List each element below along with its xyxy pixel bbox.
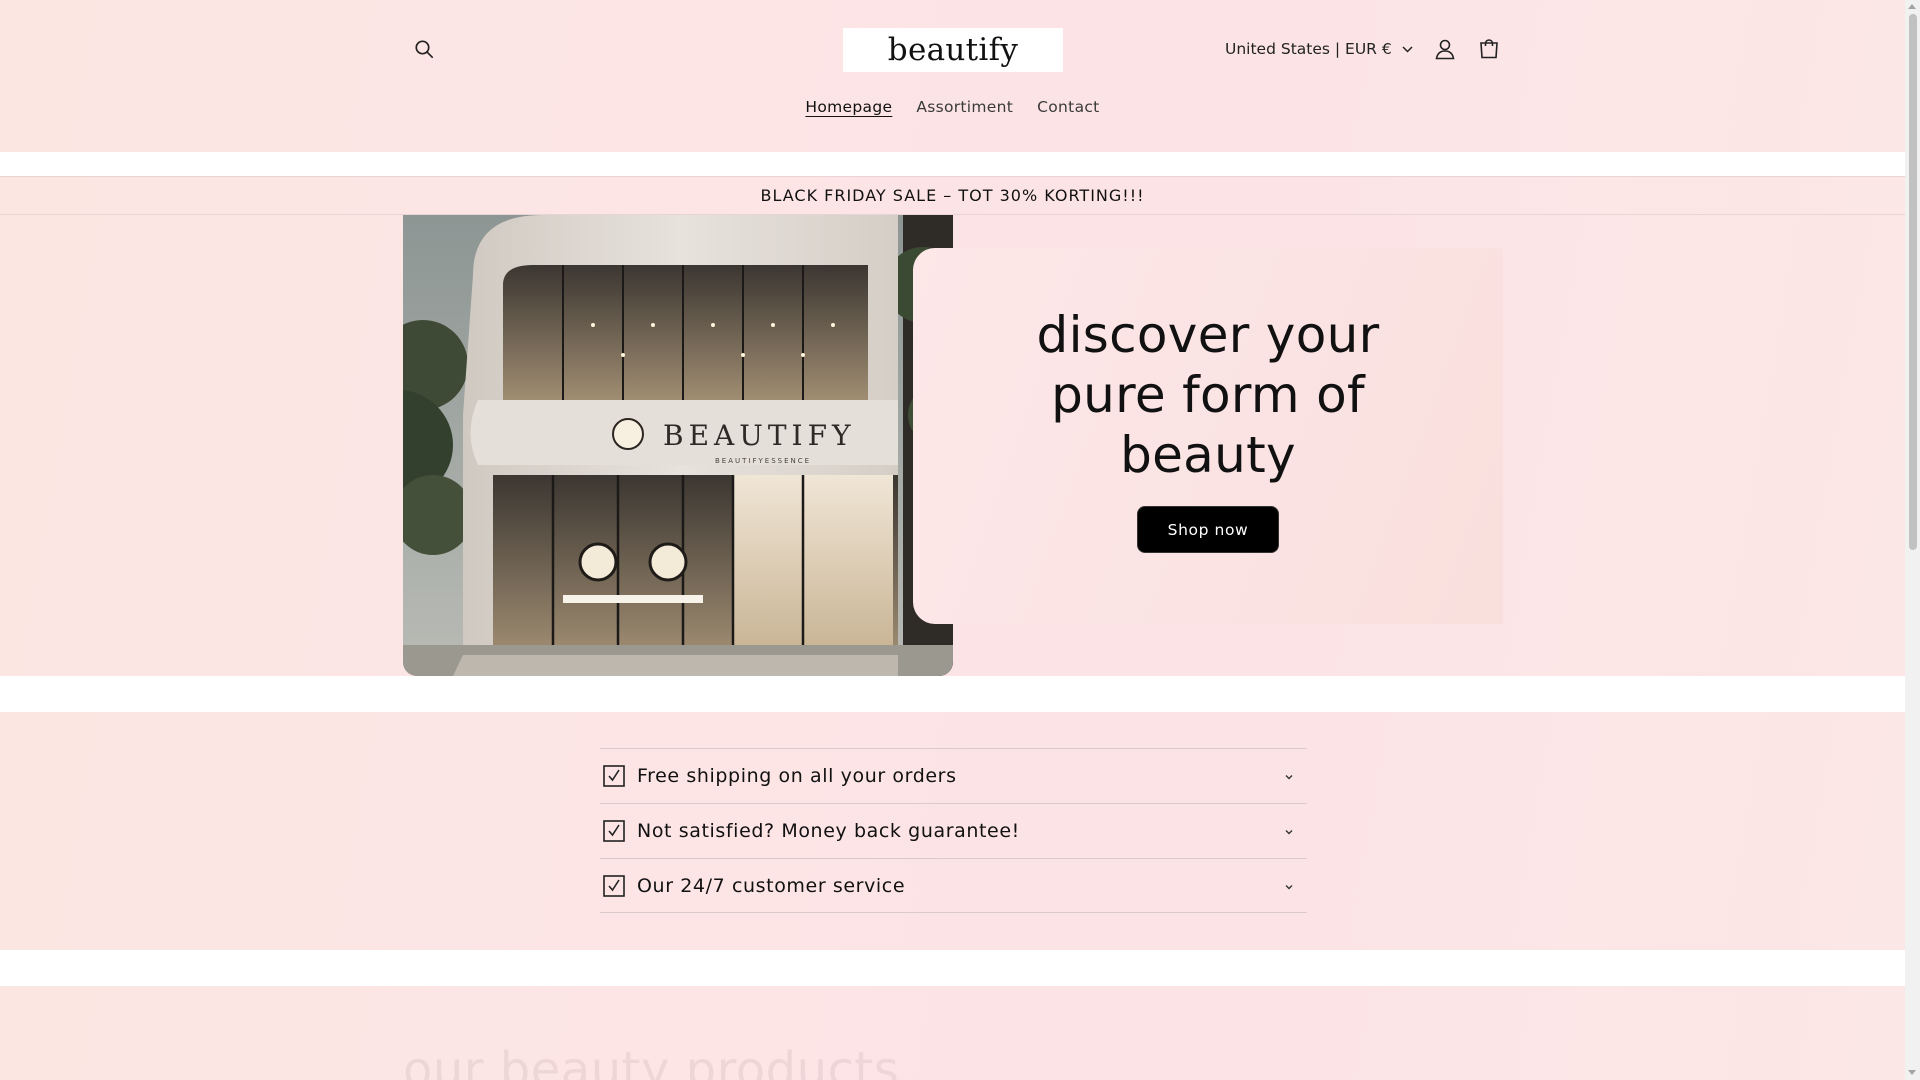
chevron-down-icon bbox=[1402, 45, 1413, 53]
nav-item-contact[interactable]: Contact bbox=[1037, 98, 1099, 116]
products-section: our beauty products bbox=[0, 986, 1905, 1080]
chevron-down-icon bbox=[1285, 830, 1293, 835]
chevron-down-icon bbox=[1285, 775, 1293, 780]
nav-item-homepage[interactable]: Homepage bbox=[805, 98, 892, 116]
storefront-sign-subtext: BEAUTIFYESSENCE bbox=[715, 457, 811, 465]
storefront-sign-text: BEAUTIFY bbox=[663, 419, 855, 452]
announcement-text: BLACK FRIDAY SALE – TOT 30% KORTING!!! bbox=[760, 186, 1145, 205]
accordion-item-money-back[interactable]: Not satisfied? Money back guarantee! bbox=[600, 803, 1307, 858]
search-icon bbox=[415, 40, 434, 59]
scroll-down-arrow-icon[interactable] bbox=[1908, 1070, 1916, 1075]
account-icon bbox=[1435, 39, 1455, 60]
nav-item-assortiment[interactable]: Assortiment bbox=[916, 98, 1013, 116]
features-section: Free shipping on all your orders Not sat… bbox=[0, 712, 1905, 950]
checkbox-icon bbox=[602, 874, 626, 898]
hero-section: BEAUTIFY BEAUTIFYESSENCE discover your p… bbox=[0, 215, 1905, 676]
storefront-illustration: BEAUTIFY BEAUTIFYESSENCE bbox=[403, 215, 953, 676]
currency-label: United States | EUR € bbox=[1225, 40, 1392, 58]
site-logo[interactable]: beautify bbox=[843, 28, 1063, 72]
accordion-item-free-shipping[interactable]: Free shipping on all your orders bbox=[600, 748, 1307, 803]
accordion-label: Free shipping on all your orders bbox=[637, 765, 957, 787]
accordion-label: Not satisfied? Money back guarantee! bbox=[637, 820, 1020, 842]
scroll-up-arrow-icon[interactable] bbox=[1908, 4, 1916, 9]
main-nav: Homepage Assortiment Contact bbox=[0, 98, 1905, 116]
scrollbar-thumb[interactable] bbox=[1909, 14, 1917, 550]
site-header: beautify United States | EUR € Homepage … bbox=[0, 0, 1905, 152]
cart-icon bbox=[1480, 39, 1498, 59]
cart-button[interactable] bbox=[1470, 32, 1508, 66]
hero-title: discover your pure form of beauty bbox=[1036, 306, 1380, 484]
search-button[interactable] bbox=[403, 32, 445, 66]
hero-image: BEAUTIFY BEAUTIFYESSENCE bbox=[403, 215, 953, 676]
account-button[interactable] bbox=[1426, 32, 1464, 66]
accordion-label: Our 24/7 customer service bbox=[637, 874, 906, 897]
header-inner: beautify United States | EUR € bbox=[403, 0, 1500, 152]
announcement-bar: BLACK FRIDAY SALE – TOT 30% KORTING!!! bbox=[0, 176, 1905, 215]
checkbox-icon bbox=[602, 764, 626, 788]
page-scrollbar[interactable] bbox=[1905, 0, 1920, 1080]
shop-now-button[interactable]: Shop now bbox=[1137, 506, 1279, 553]
products-section-title: our beauty products bbox=[403, 1042, 900, 1080]
country-currency-selector[interactable]: United States | EUR € bbox=[1225, 36, 1413, 62]
page: beautify United States | EUR € Homepage … bbox=[0, 0, 1905, 1080]
chevron-down-icon bbox=[1285, 885, 1293, 890]
features-accordion: Free shipping on all your orders Not sat… bbox=[600, 748, 1307, 913]
checkbox-icon bbox=[602, 819, 626, 843]
accordion-item-customer-service[interactable]: Our 24/7 customer service bbox=[600, 858, 1307, 913]
